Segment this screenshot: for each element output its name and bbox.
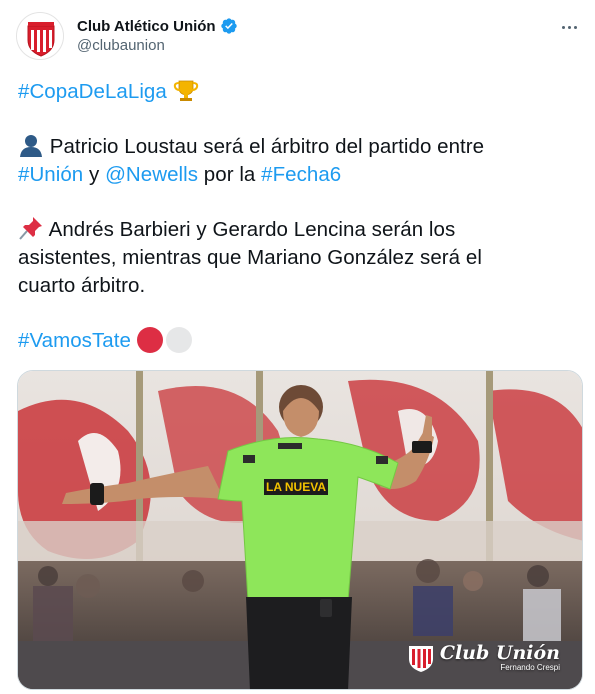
hashtag-fecha6[interactable]: #Fecha6: [261, 163, 341, 186]
tweet-text-line6: cuarto árbitro.: [18, 274, 146, 297]
mention-newells[interactable]: @Newells: [105, 163, 198, 186]
white-circle-icon: [165, 327, 192, 353]
text-por-la: por la: [198, 163, 262, 186]
tweet-text-line4: Andrés Barbieri y Gerardo Lencina serán …: [44, 218, 456, 241]
hashtag-vamostate[interactable]: #VamosTate: [18, 329, 131, 352]
author-info: Club Atlético Unión @clubaunion: [77, 16, 238, 54]
tweet-text: #CopaDeLaLiga Patricio Loustau será el á…: [18, 78, 578, 355]
tweet-card: Club Atlético Unión @clubaunion #CopaDeL…: [0, 0, 595, 694]
watermark-photo-credit: Fernando Crespi: [500, 663, 560, 672]
hashtag-copadelaliga[interactable]: #CopaDeLaLiga: [18, 80, 167, 103]
tweet-photo[interactable]: LA NUEVA Club Unión Fernando Crespi: [17, 370, 583, 690]
club-shield-icon: [408, 643, 434, 673]
text-y: y: [83, 163, 106, 186]
hashtag-union[interactable]: #Unión: [18, 163, 83, 186]
author-handle[interactable]: @clubaunion: [77, 37, 238, 54]
red-circle-icon: [136, 327, 163, 353]
tweet-text-line2: Patricio Loustau será el árbitro del par…: [44, 135, 485, 158]
tweet-text-line5: asistentes, mientras que Mariano Gonzále…: [18, 246, 482, 269]
jersey-text: LA NUEVA: [266, 480, 326, 494]
avatar[interactable]: [16, 12, 64, 60]
pushpin-icon: [18, 216, 44, 240]
watermark-club-name: Club Unión: [439, 642, 560, 664]
photo-watermark: Club Unión Fernando Crespi: [408, 643, 560, 673]
verified-badge-icon: [220, 17, 238, 35]
more-options-icon[interactable]: [557, 16, 581, 38]
author-display-name[interactable]: Club Atlético Unión: [77, 18, 216, 35]
trophy-icon: [173, 78, 199, 102]
person-silhouette-icon: [18, 133, 44, 157]
